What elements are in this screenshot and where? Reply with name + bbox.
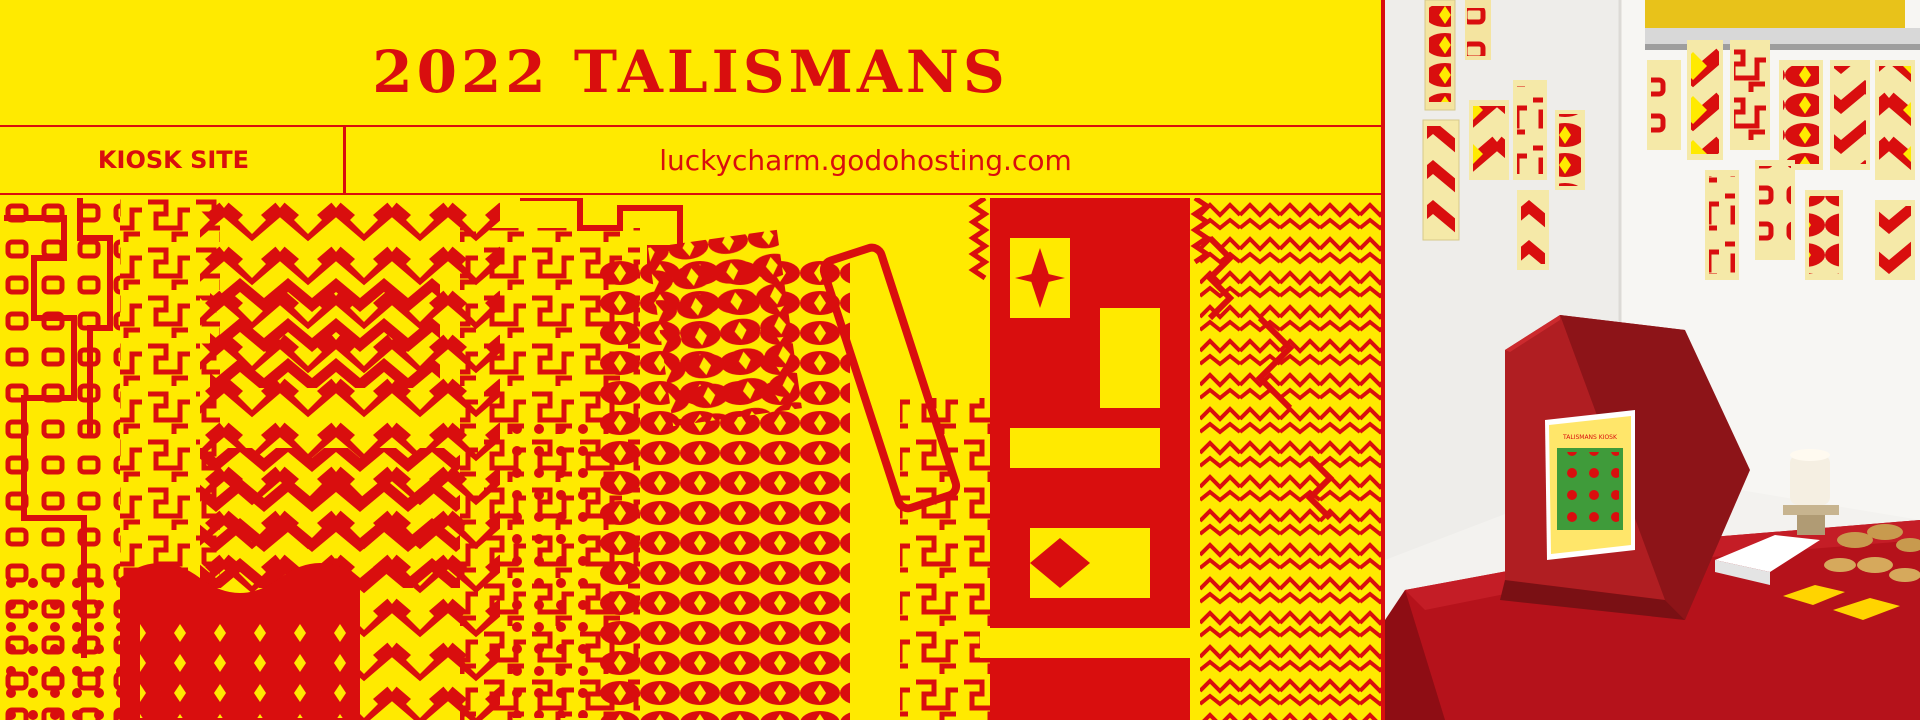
kiosk-tablet: TALISMANS KIOSK (1545, 410, 1635, 560)
poster-title: 2022 TALISMANS (372, 38, 1009, 106)
kiosk-sign-heading: TALISMANS KIOSK (1562, 434, 1618, 441)
kiosk-site-label: KIOSK SITE (97, 146, 250, 174)
poster-panel: 2022 TALISMANS KIOSK SITE luckycharm.god… (0, 0, 1381, 720)
talisman-pattern-artwork (0, 198, 1381, 720)
bottom-rule (0, 193, 1381, 195)
exhibition-photo: TALISMANS KIOSK (1385, 0, 1920, 720)
top-rule (0, 125, 1381, 127)
site-url-link[interactable]: luckycharm.godohosting.com (350, 144, 1381, 177)
